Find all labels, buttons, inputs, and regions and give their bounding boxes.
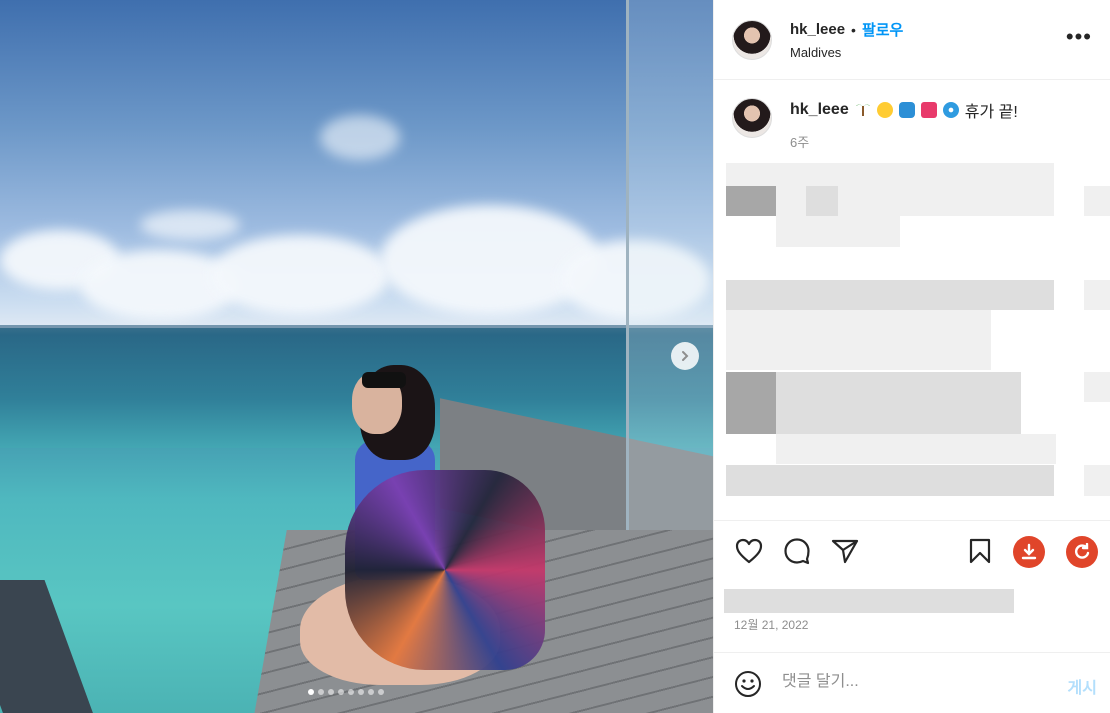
separator-dot: • [851,21,856,38]
send-icon[interactable] [830,536,860,566]
carousel-dot [368,689,374,695]
download-icon[interactable] [1013,536,1045,568]
carousel-dot [348,689,354,695]
redacted-text [1084,186,1110,216]
cloud [380,205,600,315]
redacted-text [1084,465,1110,496]
redacted-text [1084,372,1110,402]
carousel-dot [378,689,384,695]
person-floral-cover [345,470,545,670]
redacted-text [776,216,900,247]
redacted-comment [726,280,1054,310]
author-username[interactable]: hk_leee [790,21,845,38]
location-link[interactable]: Maldives [790,45,903,60]
avatar[interactable] [732,98,772,138]
glass-panel [626,0,713,600]
post-date[interactable]: 12월 21, 2022 [734,616,808,633]
emoji-icon[interactable] [734,670,762,703]
redacted-text [806,186,838,216]
bikini-icon [920,102,937,118]
redacted-text [1084,280,1110,310]
redacted-text [726,465,1054,496]
redacted-likes [724,589,1014,613]
chevron-right-icon [682,351,689,361]
sunglasses [362,372,406,388]
action-bar [714,520,1110,580]
wave-icon [898,102,915,118]
more-options-icon[interactable]: ••• [1066,26,1092,48]
caption-username[interactable]: hk_leee [790,101,849,119]
cloud [210,235,390,315]
carousel-dot [318,689,324,695]
avatar[interactable] [732,19,772,60]
post-side-panel: hk_leee • 팔로우 Maldives ••• hk_leee 휴가 끝!… [713,0,1110,713]
caption-text: 휴가 끝! [964,104,1018,121]
instagram-post-view: hk_leee • 팔로우 Maldives ••• hk_leee 휴가 끝!… [0,0,1110,713]
bookmark-icon[interactable] [965,536,995,566]
caption-time[interactable]: 6주 [790,132,1018,151]
refresh-icon[interactable] [1066,536,1098,568]
follow-button[interactable]: 팔로우 [862,19,903,40]
post-header: hk_leee • 팔로우 Maldives ••• [714,0,1110,80]
carousel-dot [328,689,334,695]
heart-icon[interactable] [734,536,764,566]
carousel-indicator [308,689,384,695]
redacted-avatar [726,372,776,434]
comment-input[interactable] [782,673,1032,691]
horizon-line [0,325,713,328]
sun-icon [876,102,893,118]
post-comment-button[interactable]: 게시 [1068,674,1097,698]
palm-tree-icon [855,100,871,121]
post-photo[interactable] [0,0,713,713]
carousel-dot [308,689,314,695]
caption-row: hk_leee 휴가 끝! 6주 [714,80,1110,151]
cloud [320,115,400,160]
carousel-dot [338,689,344,695]
comment-icon[interactable] [782,536,812,566]
pier-edge [0,580,96,713]
redacted-text [726,310,991,370]
redacted-avatar [726,186,776,216]
carousel-dot [358,689,364,695]
disc-icon [942,102,959,118]
redacted-text [776,434,1056,464]
cloud [140,210,240,240]
comment-bar: 게시 [714,652,1110,713]
carousel-next-button[interactable] [671,342,699,370]
